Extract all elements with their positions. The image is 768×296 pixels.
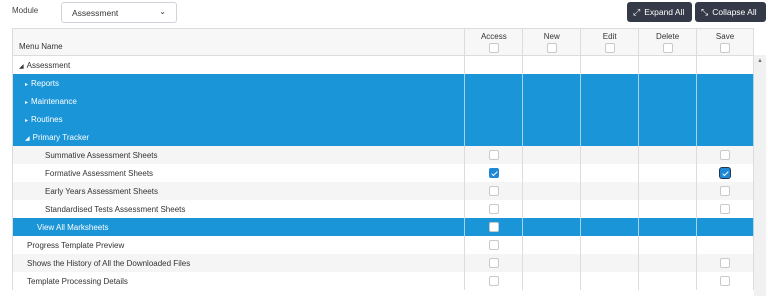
header-save: Save — [697, 29, 754, 56]
save-checkbox[interactable] — [720, 258, 731, 268]
collapse-all-button[interactable]: ⤡ Collapse All — [695, 2, 766, 22]
tree-row-primary-tracker[interactable]: ◢ Primary Tracker — [13, 128, 754, 146]
caret-right-icon[interactable]: ▸ — [25, 100, 28, 106]
row-label: Formative Assessment Sheets — [45, 169, 154, 178]
tree-row-maintenance[interactable]: ▸ Maintenance — [13, 92, 754, 110]
header-new-checkbox[interactable] — [546, 43, 557, 53]
row-label: Shows the History of All the Downloaded … — [27, 259, 191, 268]
header-edit-label: Edit — [602, 32, 617, 41]
save-checkbox[interactable] — [720, 186, 731, 196]
tree-row-download-history: Shows the History of All the Downloaded … — [13, 254, 754, 272]
scroll-up-icon[interactable]: ▲ — [757, 58, 763, 64]
header-delete-checkbox[interactable] — [662, 43, 673, 53]
expand-icon: ⤢ — [633, 6, 641, 17]
header-delete-label: Delete — [656, 32, 680, 41]
header-access-checkbox[interactable] — [488, 43, 499, 53]
caret-down-icon[interactable]: ◢ — [19, 64, 24, 70]
vertical-scrollbar[interactable]: ▲ — [754, 55, 766, 296]
tree-row-early-years: Early Years Assessment Sheets — [13, 182, 754, 200]
row-label: Standardised Tests Assessment Sheets — [45, 205, 186, 214]
header-save-checkbox[interactable] — [720, 43, 731, 53]
row-label: View All Marksheets — [37, 223, 109, 232]
tree-row-summative: Summative Assessment Sheets — [13, 146, 754, 164]
toolbar: Module Assessment ⌄ ⤢ Expand All ⤡ Colla… — [0, 0, 768, 26]
tree-row-reports[interactable]: ▸ Reports — [13, 74, 754, 92]
row-label: Summative Assessment Sheets — [45, 151, 158, 160]
row-label: Template Processing Details — [27, 277, 128, 286]
grid-header: Menu Name Access New Edit Delete Save — [13, 29, 754, 56]
access-checkbox[interactable] — [488, 186, 499, 196]
header-new: New — [523, 29, 582, 56]
row-label: Routines — [31, 115, 63, 124]
row-label: Assessment — [26, 61, 71, 70]
header-save-label: Save — [715, 32, 735, 41]
header-edit-checkbox[interactable] — [604, 43, 615, 53]
access-checkbox[interactable] — [488, 222, 499, 232]
access-checkbox-checked[interactable] — [488, 168, 499, 178]
row-label: Maintenance — [31, 97, 77, 106]
tree-row-standardised: Standardised Tests Assessment Sheets — [13, 200, 754, 218]
tree-row-formative: Formative Assessment Sheets — [13, 164, 754, 182]
row-label: Reports — [31, 79, 60, 88]
expand-all-label: Expand All — [644, 7, 685, 17]
module-label: Module — [12, 6, 39, 15]
tree-row-assessment[interactable]: ◢ Assessment — [13, 56, 754, 74]
tree-row-progress-template: Progress Template Preview — [13, 236, 754, 254]
permissions-grid: Menu Name Access New Edit Delete Save ◢ A… — [12, 28, 754, 290]
access-checkbox[interactable] — [488, 150, 499, 160]
row-label: Progress Template Preview — [27, 241, 125, 250]
header-menu-name: Menu Name — [13, 29, 466, 56]
tree-row-routines[interactable]: ▸ Routines — [13, 110, 754, 128]
access-checkbox[interactable] — [488, 276, 499, 286]
row-label: Primary Tracker — [32, 133, 90, 142]
save-checkbox[interactable] — [720, 204, 731, 214]
caret-right-icon[interactable]: ▸ — [25, 118, 28, 124]
header-access-label: Access — [480, 32, 507, 41]
header-delete: Delete — [639, 29, 698, 56]
save-checkbox[interactable] — [720, 276, 731, 286]
module-select-value: Assessment — [72, 8, 119, 18]
save-checkbox-checked[interactable] — [720, 168, 731, 178]
access-checkbox[interactable] — [488, 258, 499, 268]
access-checkbox[interactable] — [488, 204, 499, 214]
expand-all-button[interactable]: ⤢ Expand All — [627, 2, 692, 22]
collapse-icon: ⤡ — [701, 6, 709, 17]
collapse-all-label: Collapse All — [712, 7, 757, 17]
access-checkbox[interactable] — [488, 240, 499, 250]
caret-down-icon[interactable]: ◢ — [25, 136, 30, 142]
save-checkbox[interactable] — [720, 150, 731, 160]
module-select[interactable]: Assessment ⌄ — [61, 2, 177, 23]
header-new-label: New — [543, 32, 560, 41]
tree-row-view-all-marksheets[interactable]: View All Marksheets — [13, 218, 754, 236]
header-access: Access — [465, 29, 524, 56]
row-label: Early Years Assessment Sheets — [45, 187, 158, 196]
caret-right-icon[interactable]: ▸ — [25, 82, 28, 88]
header-edit: Edit — [581, 29, 640, 56]
header-menu-name-label: Menu Name — [19, 42, 63, 51]
tree-row-template-processing: Template Processing Details — [13, 272, 754, 290]
chevron-down-icon: ⌄ — [159, 7, 166, 16]
